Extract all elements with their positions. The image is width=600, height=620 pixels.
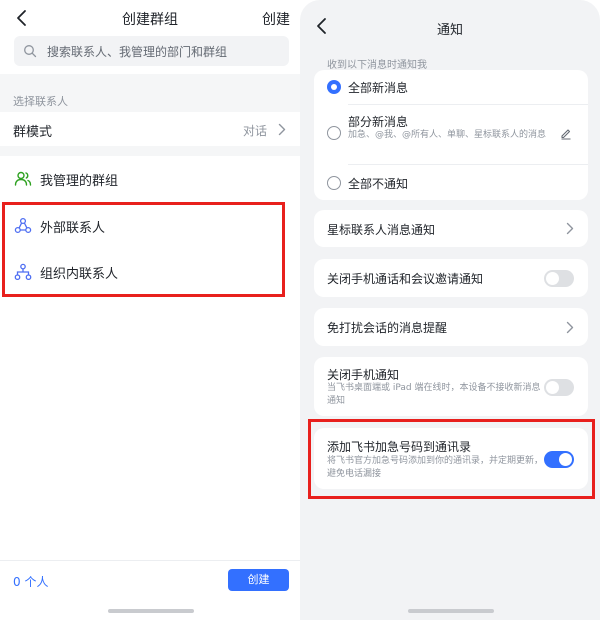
row-managed-groups[interactable]: 我管理的群组 — [0, 156, 300, 202]
left-top-bar: 创建群组 创建 — [0, 0, 300, 36]
page-title: 通知 — [436, 23, 463, 38]
cell-description: 当飞书桌面端或 iPad 端在线时，本设备不接收新消息通知 — [327, 383, 541, 406]
managed-groups-icon — [14, 171, 32, 186]
search-placeholder: 搜索联系人、我管理的部门和群组 — [47, 45, 228, 59]
cell-label: 关闭手机通知 — [327, 368, 400, 382]
option-label: 全部不通知 — [348, 177, 409, 191]
toggle-knob — [546, 381, 559, 394]
option-label: 全部新消息 — [348, 81, 409, 95]
edit-pencil-icon[interactable] — [560, 128, 572, 140]
toggle-knob — [546, 272, 559, 285]
section-label: 选择联系人 — [13, 95, 68, 108]
create-button[interactable]: 创建 — [228, 569, 289, 591]
group-mode-label: 群模式 — [13, 125, 53, 140]
notification-settings-screen: 通知 收到以下消息时通知我 全部新消息 部分新消息 加急、@我、@所有人、单聊、… — [300, 0, 600, 620]
chevron-right-icon — [566, 222, 574, 235]
star-contacts-notify-row[interactable]: 星标联系人消息通知 — [314, 210, 588, 247]
home-indicator — [408, 609, 494, 613]
chevron-right-icon — [566, 321, 574, 334]
search-icon — [24, 45, 37, 58]
highlight-box — [308, 419, 595, 499]
option-no-notify[interactable]: 全部不通知 — [314, 165, 588, 200]
close-mobile-toggle[interactable] — [544, 379, 574, 396]
dnd-reminder-row[interactable]: 免打扰会话的消息提醒 — [314, 308, 588, 346]
row-label: 我管理的群组 — [40, 174, 119, 189]
group-mode-row[interactable]: 群模式 对话 — [0, 112, 300, 146]
selected-count[interactable]: 0 个人 — [13, 573, 48, 590]
highlight-box — [2, 202, 285, 297]
option-all-messages[interactable]: 全部新消息 — [314, 70, 588, 104]
close-call-invite-row: 关闭手机通话和会议邀请通知 — [314, 259, 588, 297]
cell-label: 星标联系人消息通知 — [327, 223, 436, 237]
cell-label: 关闭手机通话和会议邀请通知 — [327, 272, 484, 286]
notify-options-card: 全部新消息 部分新消息 加急、@我、@所有人、单聊、星标联系人的消息 全部不通知 — [314, 70, 588, 200]
left-bottom-bar: 0 个人 创建 — [0, 560, 300, 598]
chevron-right-icon — [278, 123, 286, 136]
notify-hint: 收到以下消息时通知我 — [327, 60, 427, 71]
section-gap — [0, 146, 300, 156]
cell-label: 免打扰会话的消息提醒 — [327, 321, 448, 335]
group-mode-value: 对话 — [242, 124, 267, 138]
close-calls-toggle[interactable] — [544, 270, 574, 287]
create-top-button[interactable]: 创建 — [262, 9, 290, 29]
radio-icon[interactable] — [327, 126, 341, 140]
page-title: 创建群组 — [122, 12, 178, 28]
option-some-messages[interactable]: 部分新消息 加急、@我、@所有人、单聊、星标联系人的消息 — [314, 105, 588, 164]
close-mobile-notify-row: 关闭手机通知 当飞书桌面端或 iPad 端在线时，本设备不接收新消息通知 — [314, 357, 588, 416]
search-input[interactable]: 搜索联系人、我管理的部门和群组 — [14, 36, 289, 66]
home-indicator — [108, 609, 194, 613]
option-label: 部分新消息 — [348, 115, 409, 129]
create-group-screen: 创建群组 创建 搜索联系人、我管理的部门和群组 选择联系人 群模式 对话 我管理… — [0, 0, 300, 620]
select-contacts-section: 选择联系人 — [0, 84, 300, 112]
option-description: 加急、@我、@所有人、单聊、星标联系人的消息 — [348, 130, 547, 140]
section-gap — [0, 74, 300, 84]
radio-icon[interactable] — [327, 176, 341, 190]
radio-selected-icon[interactable] — [327, 80, 341, 94]
